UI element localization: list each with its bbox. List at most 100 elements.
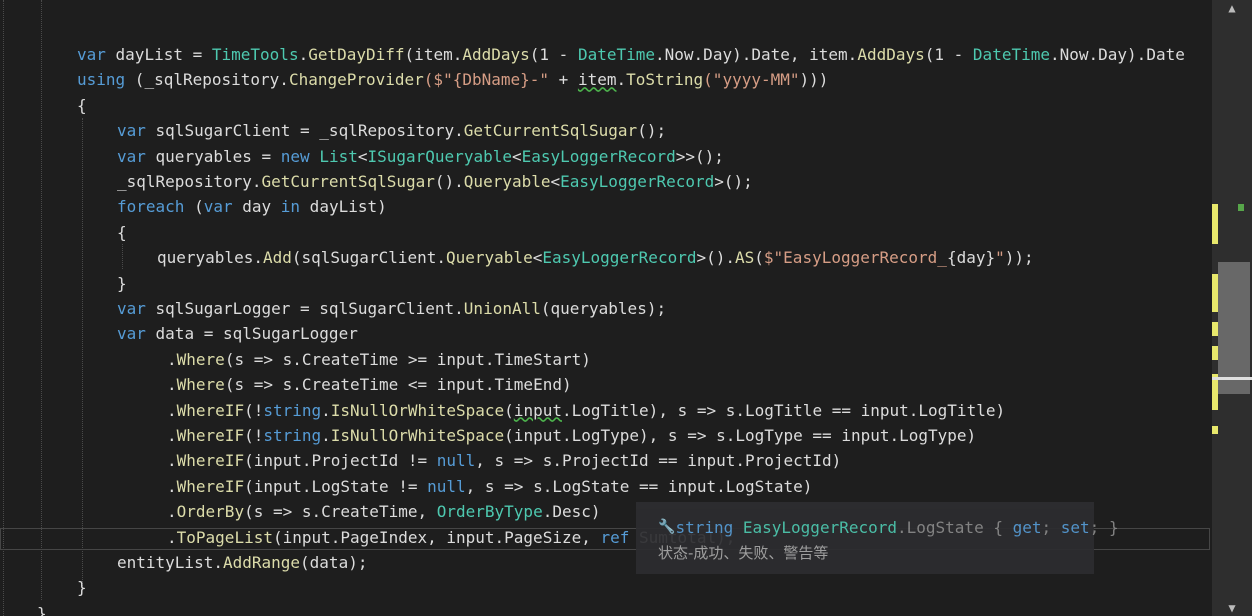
code-token: UnionAll [463, 299, 541, 318]
code-token: WhereIF [176, 400, 245, 420]
code-line[interactable]: var sqlSugarLogger = sqlSugarClient.Unio… [117, 296, 666, 321]
tooltip-token [733, 518, 743, 537]
code-token: (item. [404, 45, 463, 64]
code-line[interactable]: var queryables = new List <ISugarQueryabl… [117, 144, 724, 169]
code-token: ( [504, 400, 514, 420]
code-token: . [321, 426, 331, 445]
code-token: " [995, 248, 1005, 268]
code-token: dayList) [300, 197, 387, 217]
code-token: Queryable [463, 172, 551, 191]
change-mark-yellow [1212, 204, 1218, 244]
code-token: } [117, 273, 127, 293]
code-line[interactable]: foreach (var day in dayList) [117, 194, 387, 219]
code-token: ref [600, 527, 630, 547]
change-mark-green [1238, 204, 1244, 211]
code-token: _sqlRepository. [117, 172, 262, 191]
code-token: OrderByType [436, 502, 543, 522]
vertical-scrollbar[interactable]: ▲ ▼ [1212, 0, 1252, 616]
code-token: . [167, 349, 177, 369]
code-line[interactable]: .WhereIF(!string.IsNullOrWhiteSpace(inpu… [167, 398, 1005, 423]
code-token: .Desc) [542, 502, 601, 522]
code-token: (sqlSugarClient. [291, 248, 446, 268]
code-token: day [232, 197, 281, 217]
code-token: using [77, 70, 126, 90]
scroll-thumb[interactable] [1218, 262, 1250, 394]
code-token: var [117, 146, 146, 166]
code-token: . [321, 400, 331, 420]
code-line[interactable]: .WhereIF(input.ProjectId != null, s => s… [167, 448, 841, 473]
tooltip-token: get [1012, 517, 1042, 537]
code-token: in [280, 197, 301, 217]
code-token: Where [176, 349, 225, 369]
code-token: IsNullOrWhiteSpace [330, 400, 505, 420]
tooltip-signature-text: string EasyLoggerRecord.LogState { get ; … [675, 518, 1118, 537]
code-token: List [319, 146, 358, 166]
code-line[interactable]: .Where(s => s.CreateTime >= input.TimeSt… [167, 347, 591, 372]
code-token: AddDays [462, 45, 530, 64]
tooltip-token: string [675, 517, 734, 537]
code-token: ToPageList [176, 527, 273, 547]
code-token: (queryables); [540, 299, 667, 318]
code-line[interactable]: var sqlSugarClient = _sqlRepository.GetC… [117, 118, 666, 143]
code-token: null [427, 476, 466, 496]
wrench-icon: 🔧 [658, 519, 676, 535]
code-token: DateTime [577, 45, 656, 64]
code-token: < [532, 248, 543, 268]
code-token: (! [244, 400, 264, 420]
scroll-up-arrow-icon[interactable]: ▲ [1222, 0, 1242, 16]
code-token: string [263, 426, 322, 445]
code-token: . [167, 375, 177, 395]
code-token: .Now.Day).Date, item. [655, 45, 858, 64]
code-token: GetCurrentSqlSugar [261, 172, 435, 191]
code-line[interactable]: .OrderBy(s => s.CreateTime, OrderByType.… [167, 499, 601, 524]
code-token: new [280, 146, 310, 166]
code-token: >(); [714, 172, 753, 191]
code-line[interactable]: queryables.Add(sqlSugarClient.Queryable<… [157, 245, 1034, 270]
code-line[interactable]: } [117, 271, 127, 296]
code-line[interactable]: } [37, 601, 47, 616]
code-token: (input.ProjectId != [244, 451, 437, 471]
code-token: (_sqlRepository. [125, 70, 289, 90]
code-token: ("yyyy-MM" [703, 70, 800, 90]
code-token: (input.LogType), s => s.LogType == input… [504, 426, 977, 445]
code-token: . [167, 451, 177, 471]
change-mark-yellow [1212, 426, 1218, 434]
code-token: GetCurrentSqlSugar [463, 121, 638, 141]
code-token: entityList. [117, 553, 223, 572]
code-token: {day} [946, 248, 996, 268]
code-token: )); [1004, 248, 1034, 268]
tooltip-token: ; [1041, 517, 1061, 537]
tooltip-description: 状态-成功、失败、警告等 [658, 544, 829, 562]
code-token: sqlSugarLogger = sqlSugarClient. [145, 299, 464, 318]
code-token: data = sqlSugarLogger [145, 324, 358, 344]
code-token: , s => s.ProjectId == input.ProjectId) [475, 451, 842, 471]
code-line[interactable]: { [77, 93, 87, 118]
code-token: . [167, 476, 177, 496]
code-line[interactable]: { [117, 220, 127, 245]
scroll-down-arrow-icon[interactable]: ▼ [1222, 600, 1242, 616]
code-token: ChangeProvider [288, 70, 424, 90]
code-token: ( [184, 197, 204, 217]
code-token: . [298, 45, 309, 64]
code-line[interactable]: entityList.AddRange(data); [117, 550, 367, 575]
code-token: + [549, 70, 578, 90]
code-token: $"EasyLoggerRecord_ [763, 248, 947, 268]
code-token: ToString [626, 70, 704, 90]
code-line[interactable]: } [77, 575, 87, 600]
code-line[interactable]: var dayList = TimeTools.GetDayDiff(item.… [77, 42, 1185, 67]
code-line[interactable]: .Where(s => s.CreateTime <= input.TimeEn… [167, 372, 572, 397]
indent-guide [41, 0, 42, 600]
code-token: (s => s.CreateTime >= input.TimeStart) [224, 349, 591, 369]
code-line[interactable]: _sqlRepository.GetCurrentSqlSugar().Quer… [117, 169, 753, 194]
code-token: var [117, 299, 146, 318]
code-line[interactable]: .WhereIF(!string.IsNullOrWhiteSpace(inpu… [167, 423, 976, 448]
code-token: { [77, 95, 87, 115]
tooltip-token: ; } [1089, 517, 1119, 537]
code-token: (s => s.CreateTime, [244, 502, 437, 522]
code-line[interactable]: using (_sqlRepository.ChangeProvider($"{… [77, 67, 828, 92]
code-token: (input.LogState != [244, 476, 428, 496]
code-line[interactable]: .WhereIF(input.LogState != null, s => s.… [167, 474, 812, 499]
code-line[interactable]: var data = sqlSugarLogger [117, 321, 358, 346]
code-token: var [77, 45, 106, 64]
indent-guide [82, 118, 83, 586]
